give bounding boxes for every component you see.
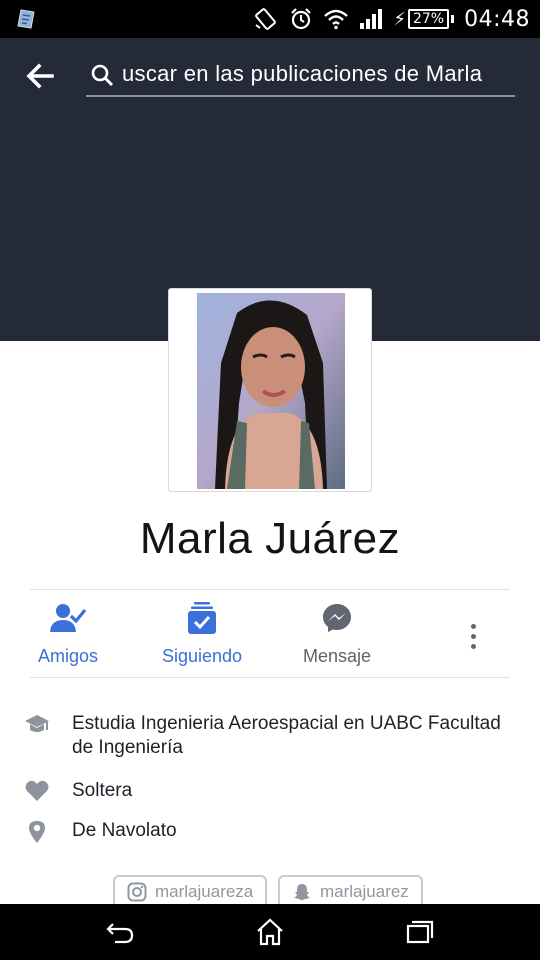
status-bar: ⚡ 27% 04:48 [0, 0, 540, 38]
nav-home-icon[interactable] [255, 918, 285, 946]
friends-button[interactable]: Amigos [3, 598, 133, 667]
profile-actions: Amigos Siguiendo Mensaje [0, 598, 540, 676]
search-input[interactable]: uscar en las publicaciones de Marla [122, 61, 482, 87]
education-text: Estudia Ingenieria Aeroespacial en UABC … [72, 713, 501, 758]
app-icon [17, 9, 35, 29]
divider [30, 589, 510, 590]
hometown-text: De Navolato [72, 820, 177, 841]
snapchat-handle: marlajuarez [320, 882, 409, 901]
message-button[interactable]: Mensaje [272, 598, 402, 667]
clock: 04:48 [464, 6, 530, 32]
search-icon [91, 64, 114, 87]
messenger-icon [323, 604, 351, 632]
heart-icon [25, 780, 49, 801]
graduation-cap-icon [25, 715, 49, 732]
system-navigation-bar [0, 904, 540, 960]
following-button[interactable]: Siguiendo [137, 598, 267, 667]
battery-icon [451, 15, 455, 23]
battery-percent: 27% [407, 9, 450, 29]
divider [30, 677, 510, 678]
rotation-icon [255, 8, 277, 30]
back-arrow-icon[interactable] [22, 58, 58, 94]
relationship-text: Soltera [72, 780, 133, 801]
profile-name: Marla Juárez [139, 514, 401, 563]
instagram-icon [127, 882, 147, 902]
instagram-handle: marlajuareza [155, 882, 254, 901]
nav-recents-icon[interactable] [405, 918, 435, 946]
more-options-icon[interactable] [458, 616, 488, 656]
battery-indicator: ⚡ 27% [393, 8, 455, 30]
alarm-icon [291, 8, 312, 30]
following-label: Siguiendo [161, 646, 243, 666]
location-pin-icon [29, 821, 45, 843]
friends-check-icon [50, 604, 87, 632]
nav-back-icon[interactable] [105, 918, 135, 946]
profile-picture[interactable] [197, 293, 345, 489]
snapchat-icon [294, 884, 310, 901]
profile-picture-frame[interactable] [168, 288, 372, 492]
message-label: Mensaje [302, 646, 372, 666]
profile-screen: ⚡ 27% 04:48 uscar en las publicaciones d… [0, 0, 540, 960]
friends-label: Amigos [37, 646, 99, 666]
following-icon [188, 602, 216, 634]
charging-icon: ⚡ [393, 8, 406, 29]
signal-icon [360, 9, 383, 29]
wifi-icon [324, 9, 349, 30]
search-field[interactable]: uscar en las publicaciones de Marla [86, 55, 515, 97]
